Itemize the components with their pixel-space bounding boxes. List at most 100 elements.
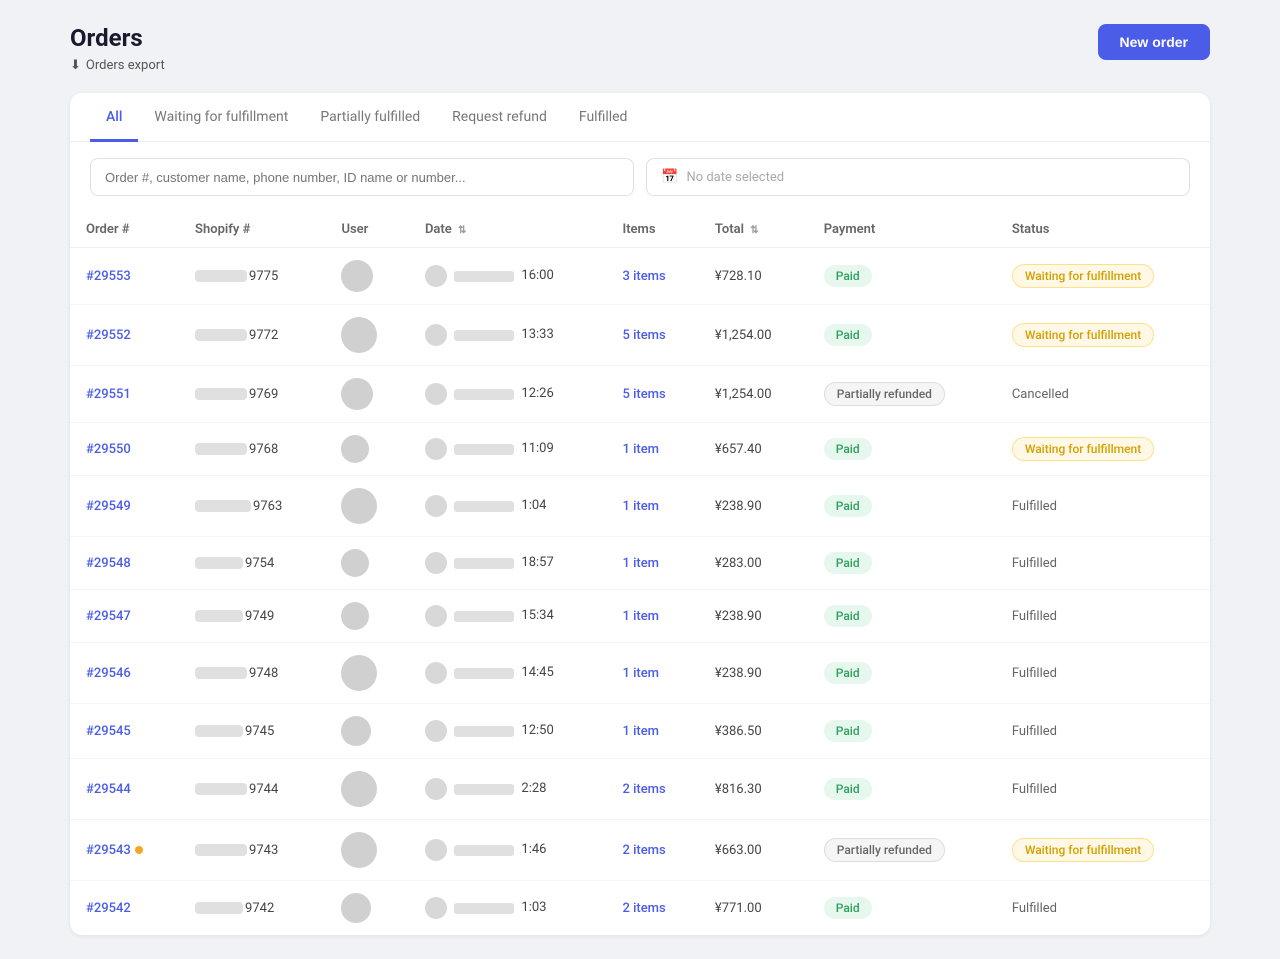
table-row: #29542 9742 1:03 2 items ¥771.00 Paid Fu… xyxy=(70,881,1210,936)
items-link[interactable]: 1 item xyxy=(622,499,659,514)
calendar-icon: 📅 xyxy=(661,169,678,185)
user-avatar xyxy=(341,716,371,746)
order-link[interactable]: #29549 xyxy=(86,499,131,514)
order-number-cell: #29545 xyxy=(70,704,179,759)
items-link[interactable]: 5 items xyxy=(622,328,665,343)
status-badge: Fulfilled xyxy=(1012,556,1057,571)
tab-waiting[interactable]: Waiting for fulfillment xyxy=(138,93,304,142)
new-order-button[interactable]: New order xyxy=(1098,24,1210,60)
order-link[interactable]: #29543 xyxy=(86,843,131,858)
payment-badge: Paid xyxy=(824,605,872,627)
items-cell: 1 item xyxy=(606,537,698,590)
items-link[interactable]: 1 item xyxy=(622,556,659,571)
items-link[interactable]: 5 items xyxy=(622,387,665,402)
shopify-number: 9763 xyxy=(253,499,282,514)
col-shopify-number: Shopify # xyxy=(179,212,325,248)
user-cell xyxy=(325,248,409,305)
shopify-blurred xyxy=(195,388,247,400)
user-cell xyxy=(325,305,409,366)
total-cell: ¥386.50 xyxy=(699,704,808,759)
user-cell xyxy=(325,820,409,881)
table-row: #29545 9745 12:50 1 item ¥386.50 Paid Fu… xyxy=(70,704,1210,759)
date-placeholder: No date selected xyxy=(686,170,784,185)
items-link[interactable]: 1 item xyxy=(622,666,659,681)
shopify-number-cell: 9745 xyxy=(179,704,325,759)
items-link[interactable]: 2 items xyxy=(622,901,665,916)
tab-all[interactable]: All xyxy=(90,93,138,142)
order-link[interactable]: #29548 xyxy=(86,556,131,571)
status-cell: Fulfilled xyxy=(996,881,1210,936)
orders-export-link[interactable]: ⬇ Orders export xyxy=(70,58,165,73)
items-link[interactable]: 1 item xyxy=(622,609,659,624)
table-row: #29552 9772 13:33 5 items ¥1,254.00 Paid… xyxy=(70,305,1210,366)
sort-total-icon: ⇅ xyxy=(750,225,758,236)
orders-card: All Waiting for fulfillment Partially fu… xyxy=(70,93,1210,935)
date-time: 15:34 xyxy=(521,608,553,623)
tab-partially-fulfilled[interactable]: Partially fulfilled xyxy=(304,93,436,142)
user-cell xyxy=(325,423,409,476)
user-cell xyxy=(325,643,409,704)
order-number-cell: #29548 xyxy=(70,537,179,590)
date-cell: 1:04 xyxy=(409,476,607,537)
items-link[interactable]: 1 item xyxy=(622,724,659,739)
total-cell: ¥1,254.00 xyxy=(699,305,808,366)
order-link[interactable]: #29551 xyxy=(86,387,131,402)
table-row: #29551 9769 12:26 5 items ¥1,254.00 Part… xyxy=(70,366,1210,423)
items-link[interactable]: 2 items xyxy=(622,782,665,797)
alert-dot xyxy=(135,846,143,854)
col-total[interactable]: Total ⇅ xyxy=(699,212,808,248)
download-icon: ⬇ xyxy=(70,58,81,73)
date-time: 13:33 xyxy=(521,327,553,342)
order-link[interactable]: #29552 xyxy=(86,328,131,343)
items-cell: 1 item xyxy=(606,476,698,537)
shopify-number-cell: 9743 xyxy=(179,820,325,881)
search-input[interactable] xyxy=(90,158,634,196)
order-number-cell: #29542 xyxy=(70,881,179,936)
status-cell: Fulfilled xyxy=(996,476,1210,537)
date-cell: 11:09 xyxy=(409,423,607,476)
date-cell: 1:46 xyxy=(409,820,607,881)
payment-badge: Paid xyxy=(824,324,872,346)
status-badge: Fulfilled xyxy=(1012,901,1057,916)
payment-badge: Paid xyxy=(824,438,872,460)
total-cell: ¥283.00 xyxy=(699,537,808,590)
table-row: #29547 9749 15:34 1 item ¥238.90 Paid Fu… xyxy=(70,590,1210,643)
date-cell: 1:03 xyxy=(409,881,607,936)
date-time: 2:28 xyxy=(521,781,546,796)
status-badge: Cancelled xyxy=(1012,387,1069,402)
order-link[interactable]: #29545 xyxy=(86,724,131,739)
user-avatar xyxy=(341,655,377,691)
order-link[interactable]: #29546 xyxy=(86,666,131,681)
shopify-number-cell: 9772 xyxy=(179,305,325,366)
tab-request-refund[interactable]: Request refund xyxy=(436,93,563,142)
shopify-number-cell: 9744 xyxy=(179,759,325,820)
table-row: #29544 9744 2:28 2 items ¥816.30 Paid Fu… xyxy=(70,759,1210,820)
col-status: Status xyxy=(996,212,1210,248)
user-cell xyxy=(325,759,409,820)
tab-fulfilled[interactable]: Fulfilled xyxy=(563,93,644,142)
date-picker[interactable]: 📅 No date selected xyxy=(646,158,1190,196)
date-avatar-blurred xyxy=(425,897,447,919)
total-cell: ¥238.90 xyxy=(699,476,808,537)
items-link[interactable]: 1 item xyxy=(622,442,659,457)
date-avatar-blurred xyxy=(425,438,447,460)
order-link[interactable]: #29553 xyxy=(86,269,131,284)
order-link[interactable]: #29547 xyxy=(86,609,131,624)
date-blurred xyxy=(454,668,514,679)
date-blurred xyxy=(454,330,514,341)
payment-cell: Partially refunded xyxy=(808,366,996,423)
items-link[interactable]: 3 items xyxy=(622,269,665,284)
col-date[interactable]: Date ⇅ xyxy=(409,212,607,248)
items-link[interactable]: 2 items xyxy=(622,843,665,858)
status-badge: Waiting for fulfillment xyxy=(1012,838,1154,862)
date-time: 1:46 xyxy=(521,842,546,857)
order-number-cell: #29553 xyxy=(70,248,179,305)
user-avatar xyxy=(341,771,377,807)
tabs-container: All Waiting for fulfillment Partially fu… xyxy=(70,93,1210,142)
order-link[interactable]: #29542 xyxy=(86,901,131,916)
date-time: 1:03 xyxy=(521,900,546,915)
date-cell: 13:33 xyxy=(409,305,607,366)
order-link[interactable]: #29550 xyxy=(86,442,131,457)
order-link[interactable]: #29544 xyxy=(86,782,131,797)
date-avatar-blurred xyxy=(425,720,447,742)
